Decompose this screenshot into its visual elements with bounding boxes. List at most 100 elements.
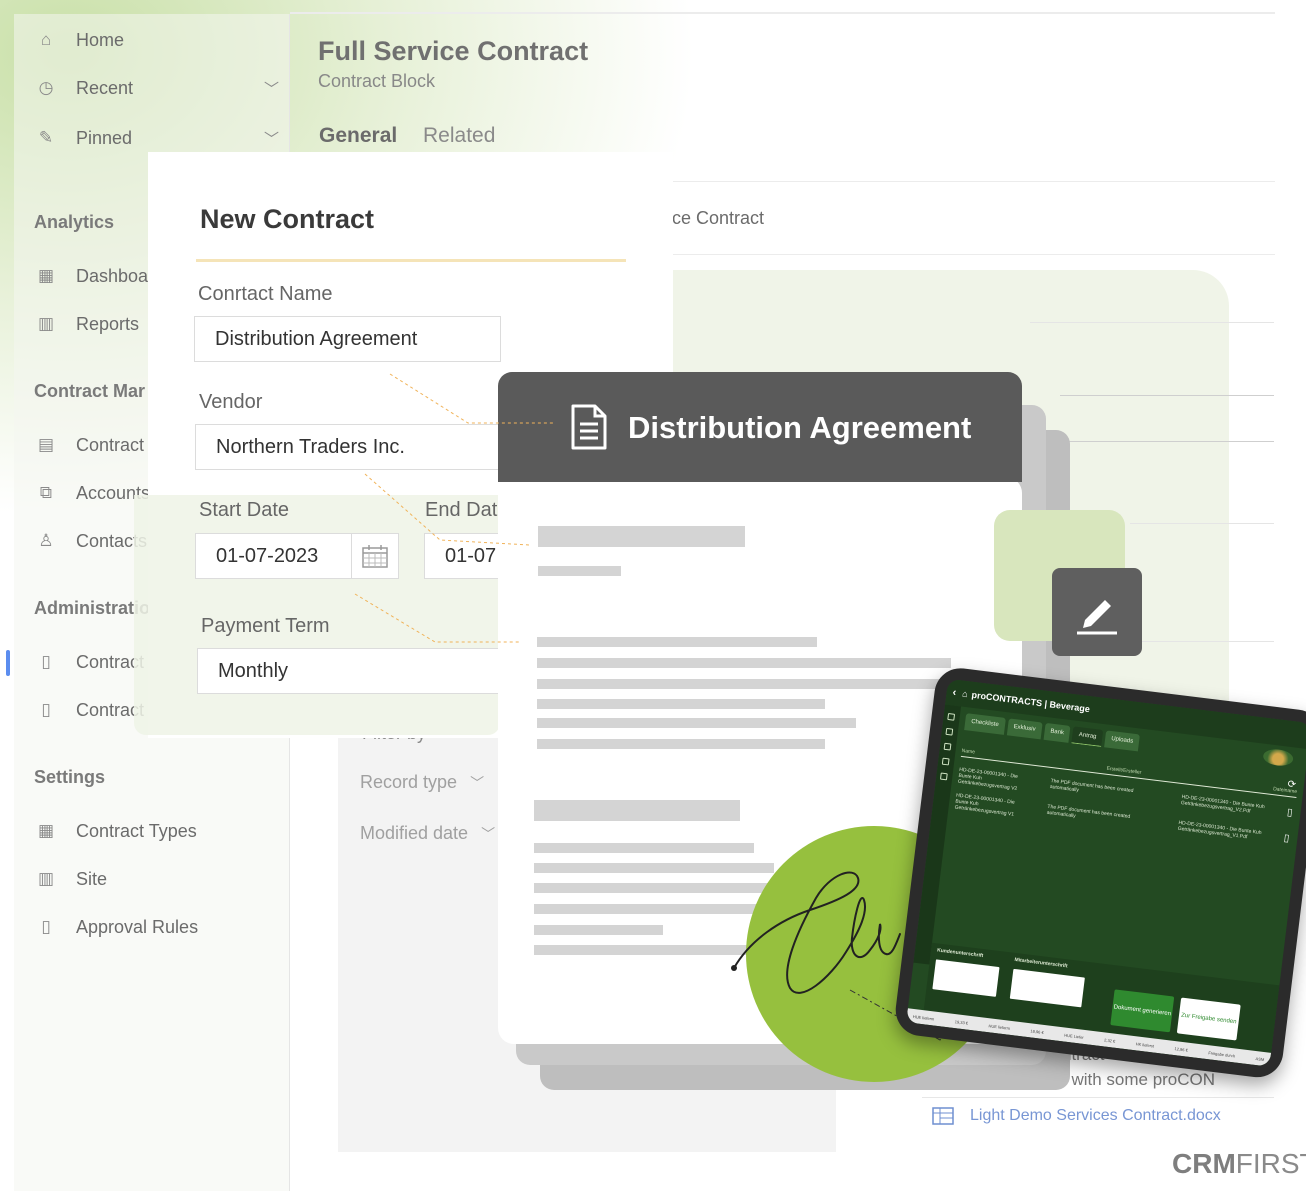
footer-item: 18,96 € — [1030, 1027, 1045, 1035]
table-cell: HD-DE-23-00001340 - Die Bunte Kuh Geträn… — [1177, 819, 1262, 841]
tablet-nav-icon[interactable] — [947, 712, 956, 721]
payment-term-select[interactable]: Monthly — [197, 648, 507, 694]
placeholder-line — [537, 739, 825, 749]
column-header: Erstellt/Ersteller — [1106, 765, 1142, 776]
placeholder-line — [537, 679, 947, 689]
payment-term-label: Payment Term — [201, 615, 330, 637]
sidebar-item-label: Recent — [76, 77, 134, 98]
tablet-tab[interactable]: Uploads — [1104, 730, 1141, 752]
footer-item: Freigabe durch — [1208, 1049, 1236, 1058]
generate-document-button[interactable]: Dokument generieren — [1110, 989, 1175, 1033]
tab-general[interactable]: General — [319, 124, 397, 148]
calendar-button[interactable] — [351, 533, 399, 579]
sidebar-item-label: Home — [76, 29, 125, 50]
sidebar-item-contracts[interactable]: ▤ Contract — [34, 431, 144, 459]
vendor-input[interactable]: Northern Traders Inc. — [195, 424, 500, 470]
tablet-screen: ‹ ⌂ proCONTRACTS | Beverage Checkliste E… — [906, 678, 1306, 1067]
page-subtitle: Contract Block — [318, 71, 436, 91]
contract-name-input[interactable]: Distribution Agreement — [194, 316, 501, 362]
tablet-nav-icon[interactable] — [941, 757, 950, 766]
modified-date-filter[interactable]: Modified date ﹀ — [360, 823, 495, 844]
record-type-filter[interactable]: Record type ﹀ — [360, 772, 484, 793]
clock-icon: ◷ — [38, 78, 54, 97]
placeholder-line — [537, 637, 817, 647]
reports-icon: ▥ — [37, 314, 55, 333]
sidebar-item-site[interactable]: ▥ Site — [34, 865, 107, 893]
contract-settings-icon: ▯ — [41, 700, 51, 719]
accounts-icon: ⧉ — [39, 483, 53, 502]
sidebar-item-home[interactable]: ⌂ Home — [34, 26, 124, 54]
sidebar-item-label: Approval Rules — [76, 916, 199, 937]
brand-logo — [1262, 747, 1295, 768]
contract-name-label: Conrtact Name — [198, 283, 333, 305]
footer-item: ASM — [1255, 1055, 1265, 1062]
placeholder-line — [537, 718, 856, 728]
tablet-tab[interactable]: Bank — [1043, 722, 1071, 743]
tab-related[interactable]: Related — [423, 124, 495, 148]
placeholder-line — [537, 699, 825, 709]
contract-icon: ▤ — [37, 435, 55, 454]
sidebar-item-contacts[interactable]: ♙ Contacts — [34, 527, 147, 555]
right-divider — [1030, 322, 1274, 323]
customer-signature-box[interactable] — [932, 959, 1000, 997]
dashboard-icon: ▦ — [37, 266, 55, 285]
sidebar-item-pinned[interactable]: ✎ Pinned ﹀ — [34, 124, 279, 152]
word-file-icon — [930, 1106, 956, 1126]
chevron-down-icon[interactable]: ﹀ — [264, 78, 279, 99]
tablet-nav-icon[interactable] — [943, 742, 952, 751]
file-icon[interactable]: ▯ — [1286, 807, 1293, 819]
placeholder-heading — [538, 526, 745, 547]
tablet-tab[interactable]: Exklusiv — [1006, 718, 1043, 740]
sidebar-item-dashboards[interactable]: ▦ Dashboa — [34, 262, 148, 290]
footer-item: HUE lieferm — [912, 1013, 935, 1022]
tablet-tab-active[interactable]: Antrag — [1071, 726, 1104, 747]
section-analytics: Analytics — [34, 212, 115, 232]
sidebar-item-contract-types[interactable]: ▦ Contract Types — [34, 817, 197, 845]
filter-label-text: Modified date — [360, 823, 469, 843]
sidebar-item-accounts[interactable]: ⧉ Accounts — [34, 479, 150, 507]
contacts-icon: ♙ — [38, 531, 54, 550]
calendar-icon — [362, 545, 388, 568]
right-divider — [1130, 641, 1274, 642]
pencil-icon — [1077, 600, 1117, 635]
sidebar-item-approval-rules[interactable]: ▯ Approval Rules — [34, 913, 198, 941]
file-icon[interactable]: ▯ — [1283, 833, 1290, 845]
tablet-tab[interactable]: Checkliste — [964, 713, 1006, 735]
sidebar-item-contract-settings[interactable]: ▯ Contract — [34, 696, 144, 724]
sidebar-item-recent[interactable]: ◷ Recent ﹀ — [34, 74, 279, 102]
approval-icon: ▯ — [41, 917, 51, 936]
add-file-icon[interactable]: ⟳ — [1287, 779, 1297, 791]
sidebar-item-reports[interactable]: ▥ Reports — [34, 310, 139, 338]
vendor-label: Vendor — [199, 391, 263, 413]
sidebar-item-label: Dashboa — [76, 265, 149, 286]
sidebar-item-label: Site — [76, 868, 108, 889]
employee-signature-box[interactable] — [1009, 968, 1085, 1008]
placeholder-line — [538, 566, 621, 576]
chevron-down-icon[interactable]: ﹀ — [264, 128, 279, 149]
attachment-name: Light Demo Services Contract.docx — [970, 1106, 1221, 1124]
contract-doc-icon: ▯ — [41, 652, 51, 671]
grid-icon: ▦ — [37, 821, 55, 840]
sidebar-item-label: Pinned — [76, 127, 133, 148]
sidebar-item-contract-admin[interactable]: ▯ Contract — [34, 648, 144, 676]
start-date-label: Start Date — [199, 499, 290, 521]
back-arrow-icon[interactable]: ‹ — [952, 686, 957, 698]
page-title: Full Service Contract — [318, 36, 589, 66]
site-icon: ▥ — [37, 869, 55, 888]
document-icon — [571, 404, 607, 450]
send-for-approval-button[interactable]: Zur Freigabe senden — [1176, 997, 1241, 1041]
start-date-input[interactable]: 01-07-2023 — [195, 533, 352, 579]
edit-button[interactable] — [1052, 568, 1142, 656]
sidebar-item-label: Contract Types — [76, 820, 197, 841]
right-divider — [1060, 395, 1274, 396]
sidebar-item-label: Contract — [76, 434, 145, 455]
nav-active-indicator — [6, 650, 10, 676]
table-cell: The PDF document has been created automa… — [1049, 777, 1134, 795]
tablet-nav-icon[interactable] — [939, 772, 948, 781]
tablet-nav-icon[interactable] — [945, 727, 954, 736]
placeholder-heading — [534, 800, 740, 821]
footer-item: HUE lieferm — [988, 1022, 1011, 1031]
home-icon[interactable]: ⌂ — [962, 689, 969, 700]
column-header: Name — [961, 747, 976, 756]
section-contract-management: Contract Mar — [34, 381, 146, 401]
